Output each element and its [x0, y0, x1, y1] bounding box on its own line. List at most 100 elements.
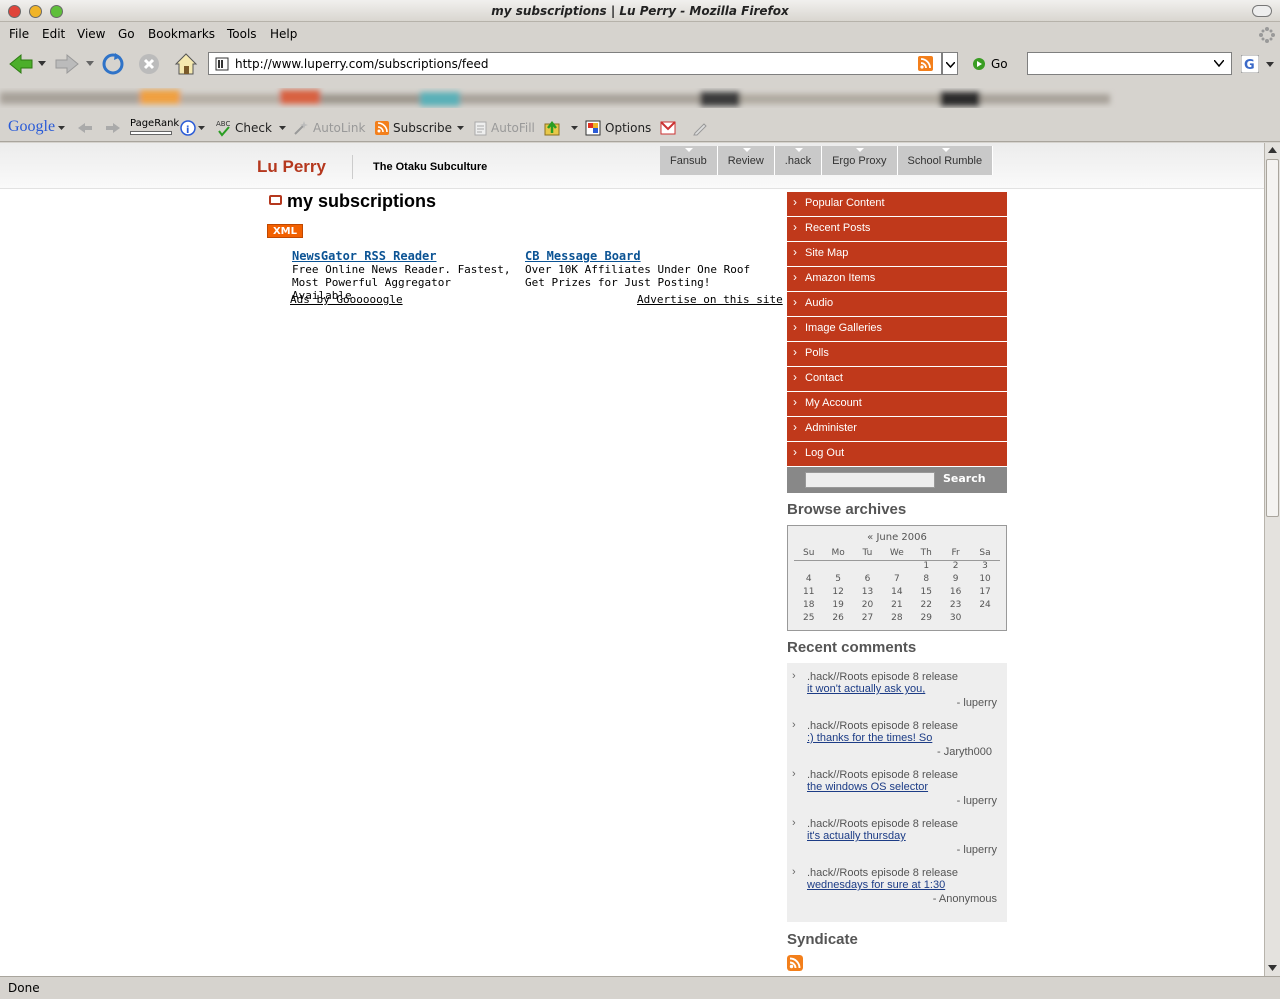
chevron-down-icon[interactable]: [58, 126, 65, 131]
site-name[interactable]: Lu Perry: [257, 157, 326, 177]
go-icon[interactable]: [972, 57, 986, 71]
nav-recent-posts[interactable]: Recent Posts: [787, 217, 1007, 241]
comment-link[interactable]: it's actually thursday: [807, 830, 906, 842]
nav-audio[interactable]: Audio: [787, 292, 1007, 316]
window-shade-button[interactable]: [1252, 5, 1272, 17]
forward-dropdown-icon[interactable]: [86, 61, 94, 67]
chevron-down-icon[interactable]: [279, 126, 286, 131]
scrollbar-thumb[interactable]: [1266, 159, 1279, 517]
reload-icon[interactable]: [101, 52, 125, 76]
search-engine-input[interactable]: [1027, 52, 1232, 75]
comment-author: - Jaryth000: [937, 746, 993, 758]
calendar-month[interactable]: « June 2006: [788, 526, 1006, 543]
ad-link-cb-message-board[interactable]: CB Message Board: [525, 249, 641, 263]
stop-icon[interactable]: [137, 52, 161, 76]
weekday: Sa: [979, 548, 991, 558]
calendar-day: 26: [832, 613, 844, 623]
weekday: Th: [920, 548, 932, 558]
calendar-day: 4: [805, 574, 812, 584]
archives-title: Browse archives: [787, 501, 907, 518]
scroll-up-arrow-icon[interactable]: [1268, 147, 1277, 153]
chevron-down-icon[interactable]: [571, 126, 578, 131]
comment-link[interactable]: it won't actually ask you,: [807, 683, 925, 695]
subscribe-button[interactable]: Subscribe: [393, 121, 452, 135]
chevron-down-icon[interactable]: [457, 126, 464, 131]
nav-amazon-items[interactable]: Amazon Items: [787, 267, 1007, 291]
autofill-button[interactable]: AutoFill: [491, 121, 535, 135]
autolink-button[interactable]: AutoLink: [313, 121, 365, 135]
back-arrow-icon[interactable]: [8, 53, 34, 75]
advertise-link[interactable]: Advertise on this site: [637, 293, 783, 306]
up-icon[interactable]: [76, 121, 94, 135]
calendar-day: [882, 561, 911, 574]
xml-feed-badge[interactable]: XML: [267, 224, 303, 238]
menu-go[interactable]: Go: [118, 27, 135, 41]
tab-fansub[interactable]: Fansub: [660, 146, 718, 175]
menu-help[interactable]: Help: [270, 27, 297, 41]
comment-link[interactable]: wednesdays for sure at 1:30: [807, 879, 945, 891]
ads-by-google-link[interactable]: Ads by Goooooogle: [290, 293, 403, 306]
menu-bookmarks[interactable]: Bookmarks: [148, 27, 215, 41]
info-icon[interactable]: i: [180, 120, 196, 136]
vertical-scrollbar[interactable]: [1264, 143, 1280, 976]
syndicate-rss-icon[interactable]: [787, 955, 803, 971]
rss-feed-icon[interactable]: [918, 56, 933, 71]
search-button[interactable]: Search: [943, 472, 986, 485]
comment-link[interactable]: :) thanks for the times! So: [807, 732, 932, 744]
comment-bubble-icon: [269, 195, 282, 205]
subscribe-rss-icon: [375, 121, 389, 135]
nav-image-galleries[interactable]: Image Galleries: [787, 317, 1007, 341]
search-engine-dropdown-icon[interactable]: [1266, 62, 1274, 68]
navigation-toolbar: http://www.luperry.com/subscriptions/fee…: [0, 45, 1280, 83]
check-button[interactable]: Check: [235, 121, 272, 135]
send-to-icon[interactable]: [543, 119, 561, 137]
pagerank-label[interactable]: PageRank: [130, 118, 179, 129]
menu-edit[interactable]: Edit: [42, 27, 65, 41]
calendar-grid: Su Mo Tu We Th Fr Sa 123 4 5 6 7 8 9 10 11 12 13…: [794, 548, 1000, 626]
url-input[interactable]: http://www.luperry.com/subscriptions/fee…: [208, 52, 942, 75]
tab-hack[interactable]: .hack: [774, 146, 823, 175]
calendar-day: 7: [894, 574, 900, 584]
tab-review[interactable]: Review: [717, 146, 775, 175]
tab-ergo-proxy[interactable]: Ergo Proxy: [822, 146, 898, 175]
calendar-day: [794, 561, 823, 574]
gmail-icon[interactable]: [660, 121, 676, 135]
ad-link-newsgator[interactable]: NewsGator RSS Reader: [292, 249, 437, 263]
menu-tools[interactable]: Tools: [227, 27, 257, 41]
back-dropdown-icon[interactable]: [38, 61, 46, 67]
nav-popular-content[interactable]: Popular Content: [787, 192, 1007, 216]
window-title: my subscriptions | Lu Perry - Mozilla Fi…: [491, 4, 789, 18]
comment-link[interactable]: the windows OS selector: [807, 781, 928, 793]
nav-log-out[interactable]: Log Out: [787, 442, 1007, 466]
google-logo[interactable]: Google: [8, 118, 55, 136]
recent-comments-title: Recent comments: [787, 639, 917, 656]
site-header: Lu Perry The Otaku Subculture Fansub Rev…: [0, 143, 1264, 189]
menu-file[interactable]: File: [9, 27, 29, 41]
nav-contact[interactable]: Contact: [787, 367, 1007, 391]
home-icon[interactable]: [173, 51, 199, 77]
nav-administer[interactable]: Administer: [787, 417, 1007, 441]
calendar-day: 10: [979, 574, 991, 584]
calendar-day: 9: [952, 574, 959, 584]
nav-polls[interactable]: Polls: [787, 342, 1007, 366]
forward-arrow-icon[interactable]: [54, 53, 80, 75]
calendar-day: 2: [952, 561, 959, 571]
options-button[interactable]: Options: [605, 121, 651, 135]
chevron-down-icon[interactable]: [198, 126, 205, 131]
calendar-day: 22: [920, 600, 932, 610]
google-search-icon[interactable]: G: [1241, 55, 1259, 73]
nav-site-map[interactable]: Site Map: [787, 242, 1007, 266]
search-input[interactable]: [805, 472, 935, 488]
weekday: Tu: [862, 548, 873, 558]
highlight-icon[interactable]: [104, 121, 122, 135]
tab-school-rumble[interactable]: School Rumble: [897, 146, 994, 175]
comment-post-title: .hack//Roots episode 8 release: [807, 671, 959, 683]
scroll-down-arrow-icon[interactable]: [1268, 965, 1277, 971]
url-history-dropdown[interactable]: [942, 52, 958, 75]
pencil-icon[interactable]: [692, 120, 708, 136]
comment-post-title: .hack//Roots episode 8 release: [807, 720, 959, 732]
nav-my-account[interactable]: My Account: [787, 392, 1007, 416]
menu-view[interactable]: View: [77, 27, 105, 41]
spellcheck-icon: ABC: [216, 120, 230, 137]
go-button[interactable]: Go: [991, 57, 1008, 71]
